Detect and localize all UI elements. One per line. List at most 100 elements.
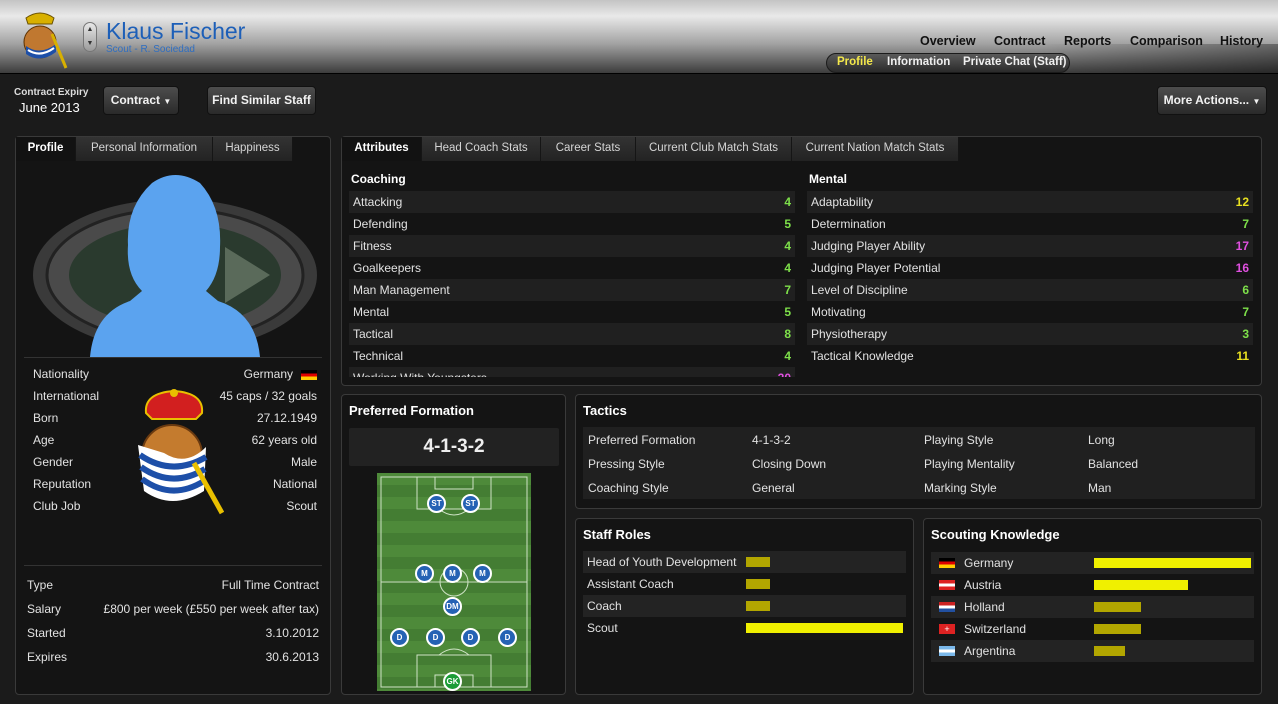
attribute-row: Judging Player Ability 17: [807, 235, 1253, 257]
attribute-name: Attacking: [353, 195, 403, 209]
info-value-cell: Germany: [244, 363, 317, 385]
staff-role-row: Head of Youth Development: [583, 551, 906, 573]
netherlands-flag-icon: [939, 602, 955, 612]
tactics-table: Preferred Formation 4-1-3-2 Playing Style L…: [583, 427, 1255, 499]
attribute-row: Level of Discipline 6: [807, 279, 1253, 301]
tactics-panel: Tactics Preferred Formation 4-1-3-2 Playin…: [575, 394, 1262, 509]
attribute-name: Tactical Knowledge: [811, 349, 914, 363]
tab-head-coach-stats[interactable]: Head Coach Stats: [422, 137, 541, 161]
info-value-cell: Scout: [286, 495, 317, 517]
scouting-bar: [1094, 646, 1125, 656]
attribute-row: Determination 7: [807, 213, 1253, 235]
info-value-cell: National: [273, 473, 317, 495]
attribute-name: Motivating: [811, 305, 866, 319]
scouting-title: Scouting Knowledge: [931, 527, 1060, 542]
attribute-row: Tactical Knowledge 11: [807, 345, 1253, 367]
staff-roles-title: Staff Roles: [583, 527, 651, 542]
tab-happiness[interactable]: Happiness: [213, 137, 293, 161]
attribute-value: 3: [1242, 327, 1249, 341]
tab-current-nation-match-stats[interactable]: Current Nation Match Stats: [792, 137, 959, 161]
formation-marker-dm[interactable]: DM: [443, 597, 462, 616]
attribute-row: Physiotherapy 3: [807, 323, 1253, 345]
find-similar-staff-button[interactable]: Find Similar Staff: [207, 86, 316, 115]
more-actions-label: More Actions...: [1163, 93, 1250, 107]
scouting-bar: [1094, 624, 1141, 634]
contract-expiry-label: Contract Expiry: [14, 87, 89, 98]
formation-marker-m[interactable]: M: [415, 564, 434, 583]
contract-row: Started 3.10.2012: [27, 621, 319, 645]
formation-marker-gk[interactable]: GK: [443, 672, 462, 691]
info-row: Reputation National: [33, 473, 317, 495]
attribute-name: Determination: [811, 217, 886, 231]
attributes-panel: Attributes Head Coach Stats Career Stats…: [341, 136, 1262, 386]
scouting-knowledge-panel: Scouting Knowledge Germany Austria Holland…: [923, 518, 1262, 695]
nav-contract[interactable]: Contract: [994, 34, 1045, 48]
scouting-row: Holland: [931, 596, 1254, 618]
subnav-information[interactable]: Information: [887, 56, 950, 68]
staff-role-bar: [746, 579, 770, 589]
formation-marker-st[interactable]: ST: [461, 494, 480, 513]
tactics-label: Marking Style: [924, 481, 997, 495]
contract-row: Salary £800 per week (£550 per week after…: [27, 597, 319, 621]
tactics-label: Coaching Style: [588, 481, 669, 495]
attribute-row: Technical 4: [349, 345, 795, 367]
formation-title: Preferred Formation: [349, 403, 474, 418]
formation-marker-d[interactable]: D: [461, 628, 480, 647]
scouting-bar: [1094, 558, 1251, 568]
nav-reports[interactable]: Reports: [1064, 34, 1111, 48]
header-shade: [1040, 44, 1278, 74]
staff-role-row: Scout: [583, 617, 906, 639]
nav-comparison[interactable]: Comparison: [1130, 34, 1203, 48]
nav-history[interactable]: History: [1220, 34, 1263, 48]
tab-attributes[interactable]: Attributes: [342, 137, 422, 161]
attribute-value: 17: [1235, 239, 1249, 253]
attribute-row: Goalkeepers 4: [349, 257, 795, 279]
attribute-row: Attacking 4: [349, 191, 795, 213]
formation-marker-d[interactable]: D: [390, 628, 409, 647]
tactics-value: Closing Down: [752, 457, 827, 471]
scouting-row: Austria: [931, 574, 1254, 596]
attribute-row: Tactical 8: [349, 323, 795, 345]
staff-portrait: [33, 175, 317, 357]
more-actions-button[interactable]: More Actions... ▼: [1157, 86, 1267, 115]
info-row: Gender Male: [33, 451, 317, 473]
info-label: International: [33, 389, 100, 403]
info-row: Club Job Scout: [33, 495, 317, 517]
contract-label: Salary: [27, 602, 62, 616]
arrow-down-icon[interactable]: ▼: [84, 37, 96, 51]
title-bar: ▲ ▼ Klaus Fischer Scout - R. Sociedad Ov…: [0, 0, 1278, 74]
subnav-profile[interactable]: Profile: [837, 56, 873, 68]
nav-overview[interactable]: Overview: [920, 34, 976, 48]
attribute-name: Working With Youngsters: [353, 367, 487, 377]
tab-profile[interactable]: Profile: [16, 137, 76, 161]
tab-career-stats[interactable]: Career Stats: [541, 137, 636, 161]
formation-marker-m[interactable]: M: [443, 564, 462, 583]
info-value: Male: [290, 455, 317, 469]
contract-button[interactable]: Contract ▼: [103, 86, 179, 115]
tactics-label: Pressing Style: [588, 457, 665, 471]
attribute-value: 4: [784, 261, 791, 275]
info-label: Born: [33, 411, 59, 425]
tactics-value: General: [752, 481, 795, 495]
formation-marker-d[interactable]: D: [498, 628, 517, 647]
info-row: Nationality Germany: [33, 363, 317, 385]
formation-marker-m[interactable]: M: [473, 564, 492, 583]
staff-subtitle[interactable]: Scout - R. Sociedad: [106, 44, 195, 55]
staff-role-bar: [746, 601, 770, 611]
tactics-label: Preferred Formation: [588, 433, 696, 447]
mental-heading: Mental: [809, 172, 848, 186]
tactics-value: Long: [1088, 433, 1115, 447]
contract-row: Type Full Time Contract: [27, 573, 319, 597]
subnav-private-chat[interactable]: Private Chat (Staff): [963, 56, 1067, 68]
tab-personal-information[interactable]: Personal Information: [76, 137, 213, 161]
staff-role-label: Assistant Coach: [587, 577, 674, 591]
formation-marker-st[interactable]: ST: [427, 494, 446, 513]
arrow-up-icon[interactable]: ▲: [84, 23, 96, 37]
tab-current-club-match-stats[interactable]: Current Club Match Stats: [636, 137, 792, 161]
staff-scroll-arrows[interactable]: ▲ ▼: [83, 22, 97, 52]
attribute-name: Technical: [353, 349, 404, 363]
info-value: 62 years old: [251, 433, 317, 447]
staff-roles-panel: Staff Roles Head of Youth Development Ass…: [575, 518, 914, 695]
coaching-list[interactable]: Attacking 4 Defending 5 Fitness 4 Goalkeepers 4…: [349, 191, 795, 377]
formation-marker-d[interactable]: D: [426, 628, 445, 647]
